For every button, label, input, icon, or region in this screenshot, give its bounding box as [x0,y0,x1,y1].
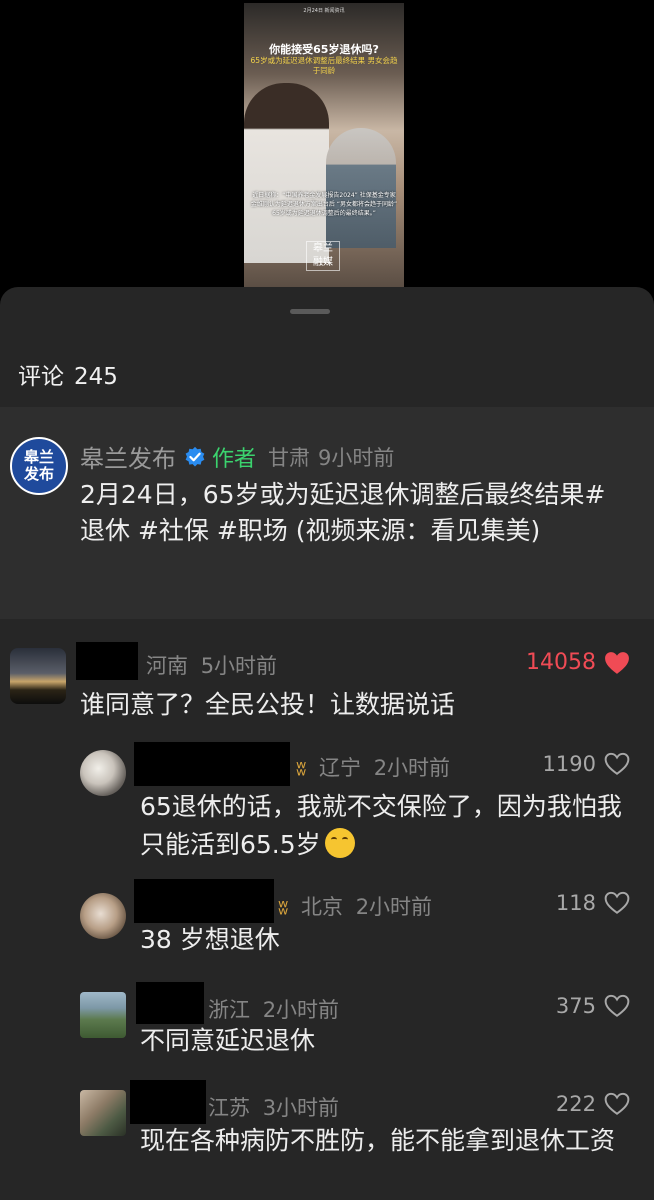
redacted-username [136,982,204,1024]
comment-meta: 河南 5小时前 [146,650,277,680]
drag-handle[interactable] [290,309,330,314]
redacted-username [134,879,274,923]
author-tag: 作者 [212,446,257,472]
author-location: 甘肃 [268,445,311,470]
comment-meta: 浙江 2小时前 [208,994,339,1024]
author-meta: 皋兰发布 作者 甘肃 9小时前 [80,439,394,474]
user-avatar[interactable] [10,648,66,704]
author-time: 9小时前 [318,445,395,470]
comments-header: 评论 245 [18,357,128,391]
comment-sheet: 评论 245 皋兰 发布 皋兰发布 作者 甘肃 9小时前 2月24日，65岁或为延… [0,287,654,1200]
redacted-username [130,1080,206,1124]
redacted-username [134,742,290,786]
heart-outline-icon [604,1092,630,1115]
author-avatar-text-1: 皋兰 [23,448,54,466]
video-patient-figure [326,128,396,248]
video-headline: 你能接受65岁退休吗? [269,43,379,56]
heart-outline-icon [604,752,630,775]
comment-meta: 江苏 3小时前 [208,1092,339,1122]
video-thumbnail[interactable]: 2月24日 新闻资讯 你能接受65岁退休吗? 65岁或为延迟退休调整后最终结果 … [244,3,404,287]
video-caption: 近日据称：“中国养老金发展报告2024” 社保基金专家金维刚认为延迟退休方案出台… [250,192,398,217]
heart-outline-icon [604,891,630,914]
crying-laughing-emoji [324,828,355,858]
comment-location: 河南 [146,654,188,678]
comment-location: 浙江 [208,998,250,1022]
comment-time: 5小时前 [200,654,278,678]
reply-item: 江苏 3小时前 222 现在各种病防不胜防，能不能拿到退休工资 [0,1080,654,1200]
comment-location: 北京 [301,895,343,919]
like-button[interactable]: 1190 [543,752,630,776]
comment-time: 2小时前 [262,998,340,1022]
like-count: 1190 [542,752,596,776]
user-avatar[interactable] [80,893,126,939]
author-name[interactable]: 皋兰发布 [80,439,176,474]
comment-text: 38 岁想退休 [140,925,280,954]
comment-text: 现在各种病防不胜防，能不能拿到退休工资 [140,1126,616,1155]
user-badge-icon: ʬ [296,756,307,780]
like-button[interactable]: 222 [556,1092,630,1116]
author-post: 皋兰 发布 皋兰发布 作者 甘肃 9小时前 2月24日，65岁或为延迟退休调整后… [0,407,654,619]
user-badge-icon: ʬ [278,895,289,919]
comment-meta: ʬ 辽宁 2小时前 [296,752,450,782]
comment-location: 江苏 [208,1096,250,1120]
like-count: 14058 [526,650,596,675]
comment-item: 河南 5小时前 14058 谁同意了？全民公投！让数据说话 [0,642,654,732]
comment-text-content: 65退休的话，我就不交保险了，因为我怕我只能活到65.5岁 [140,792,622,859]
comments-count: 245 [74,364,118,390]
comment-text: 谁同意了？全民公投！让数据说话 [80,690,456,719]
author-avatar[interactable]: 皋兰 发布 [10,437,68,495]
like-button[interactable]: 14058 [526,650,630,675]
comment-location: 辽宁 [319,756,361,780]
verified-check-icon [185,446,205,466]
like-count: 222 [555,1092,596,1116]
author-post-text: 2月24日，65岁或为延迟退休调整后最终结果#退休 #社保 #职场 (视频来源：… [80,480,606,545]
like-count: 375 [555,994,596,1018]
comment-time: 3小时前 [262,1096,340,1120]
video-logo: 皋兰 融媒 [306,241,340,271]
user-avatar[interactable] [80,750,126,796]
video-doctor-figure [244,83,329,263]
author-avatar-text-2: 发布 [23,465,54,483]
comment-text: 65退休的话，我就不交保险了，因为我怕我只能活到65.5岁 [140,788,630,864]
like-button[interactable]: 118 [556,891,630,915]
user-avatar[interactable] [80,992,126,1038]
comment-text: 不同意延迟退休 [140,1026,316,1055]
comments-label: 评论 [18,364,64,390]
heart-filled-icon [605,651,629,674]
heart-outline-icon [604,994,630,1017]
video-top-line: 2月24日 新闻资讯 [303,8,345,14]
user-avatar[interactable] [80,1090,126,1136]
comment-meta: ʬ 北京 2小时前 [278,891,432,921]
like-count: 118 [555,891,596,915]
reply-item: ʬ 北京 2小时前 118 38 岁想退休 [0,879,654,969]
comment-time: 2小时前 [355,895,433,919]
video-subline: 65岁或为延迟退休调整后最终结果 男女会趋于同龄 [250,56,398,75]
reply-item: ʬ 辽宁 2小时前 1190 65退休的话，我就不交保险了，因为我怕我只能活到6… [0,742,654,872]
comment-time: 2小时前 [373,756,451,780]
reply-item: 浙江 2小时前 375 不同意延迟退休 [0,982,654,1072]
redacted-username [76,642,138,680]
like-button[interactable]: 375 [556,994,630,1018]
